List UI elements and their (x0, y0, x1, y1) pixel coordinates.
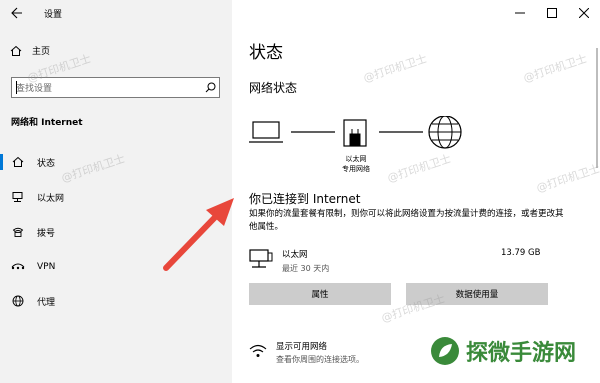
sidebar-item-label: 代理 (37, 297, 56, 308)
minimize-button[interactable] (504, 0, 536, 26)
title-bar: 设置 (0, 0, 232, 26)
sidebar-item-label: 拨号 (37, 228, 56, 239)
section-heading: 网络和 Internet (11, 118, 83, 128)
data-usage-value: 13.79 GB (501, 248, 541, 258)
network-row: 以太网 最近 30 天内 13.79 GB (249, 244, 549, 276)
connected-title: 你已连接到 Internet (249, 192, 361, 206)
home-label: 主页 (32, 47, 51, 57)
connection-description: 如果你的流量套餐有限制，则你可以将此网络设置为按流量计费的连接，或者更改其他属性… (249, 209, 564, 232)
sidebar-item-label: 状态 (37, 158, 56, 169)
active-indicator (0, 154, 3, 170)
home-status-icon (11, 156, 25, 168)
back-button[interactable] (4, 0, 30, 26)
maximize-icon (547, 8, 557, 18)
sidebar-item-label: VPN (37, 262, 56, 272)
sidebar: 设置 主页 查找设置 网络和 Internet 状态 以太网 拨号 VPN 代理 (0, 0, 232, 383)
section-title: 网络状态 (249, 81, 298, 95)
search-placeholder: 查找设置 (16, 84, 53, 94)
brand-text: 探微手游网 (466, 341, 577, 366)
maximize-button[interactable] (536, 0, 568, 26)
globe-icon (11, 295, 25, 307)
page-title: 状态 (249, 43, 283, 63)
properties-button[interactable]: 属性 (249, 283, 391, 305)
vpn-icon (11, 262, 25, 272)
minimize-icon (515, 12, 525, 14)
home-icon (10, 45, 22, 56)
close-button[interactable] (568, 0, 600, 26)
available-networks-icon (249, 344, 267, 357)
show-available-networks[interactable]: 显示可用网络 查看你周围的连接选项。 (249, 338, 449, 368)
home-nav-item[interactable]: 主页 (10, 44, 50, 57)
scrollbar[interactable] (596, 48, 598, 168)
network-period: 最近 30 天内 (282, 264, 330, 273)
back-arrow-icon (11, 7, 22, 19)
ethernet-icon (11, 191, 25, 203)
search-icon[interactable] (201, 82, 219, 93)
internet-globe-icon (428, 115, 462, 149)
app-title: 设置 (44, 9, 63, 20)
annotation-arrow (163, 198, 234, 271)
available-networks-title: 显示可用网络 (276, 342, 328, 352)
device-label: 以太网 专用网络 (342, 155, 370, 173)
ethernet-icon (249, 249, 273, 268)
ethernet-port-icon (343, 119, 367, 147)
window-controls (504, 0, 600, 26)
brand-logo: 探微手游网 (430, 335, 576, 367)
close-icon (579, 8, 589, 18)
dialup-icon (11, 226, 25, 238)
leaf-logo-icon (431, 337, 459, 365)
sidebar-item-label: 以太网 (37, 193, 65, 204)
sidebar-item-proxy[interactable]: 代理 (0, 288, 232, 314)
laptop-icon (249, 121, 283, 143)
available-networks-subtitle: 查看你周围的连接选项。 (276, 355, 364, 364)
text-caret (16, 81, 17, 94)
network-name: 以太网 (282, 250, 308, 260)
